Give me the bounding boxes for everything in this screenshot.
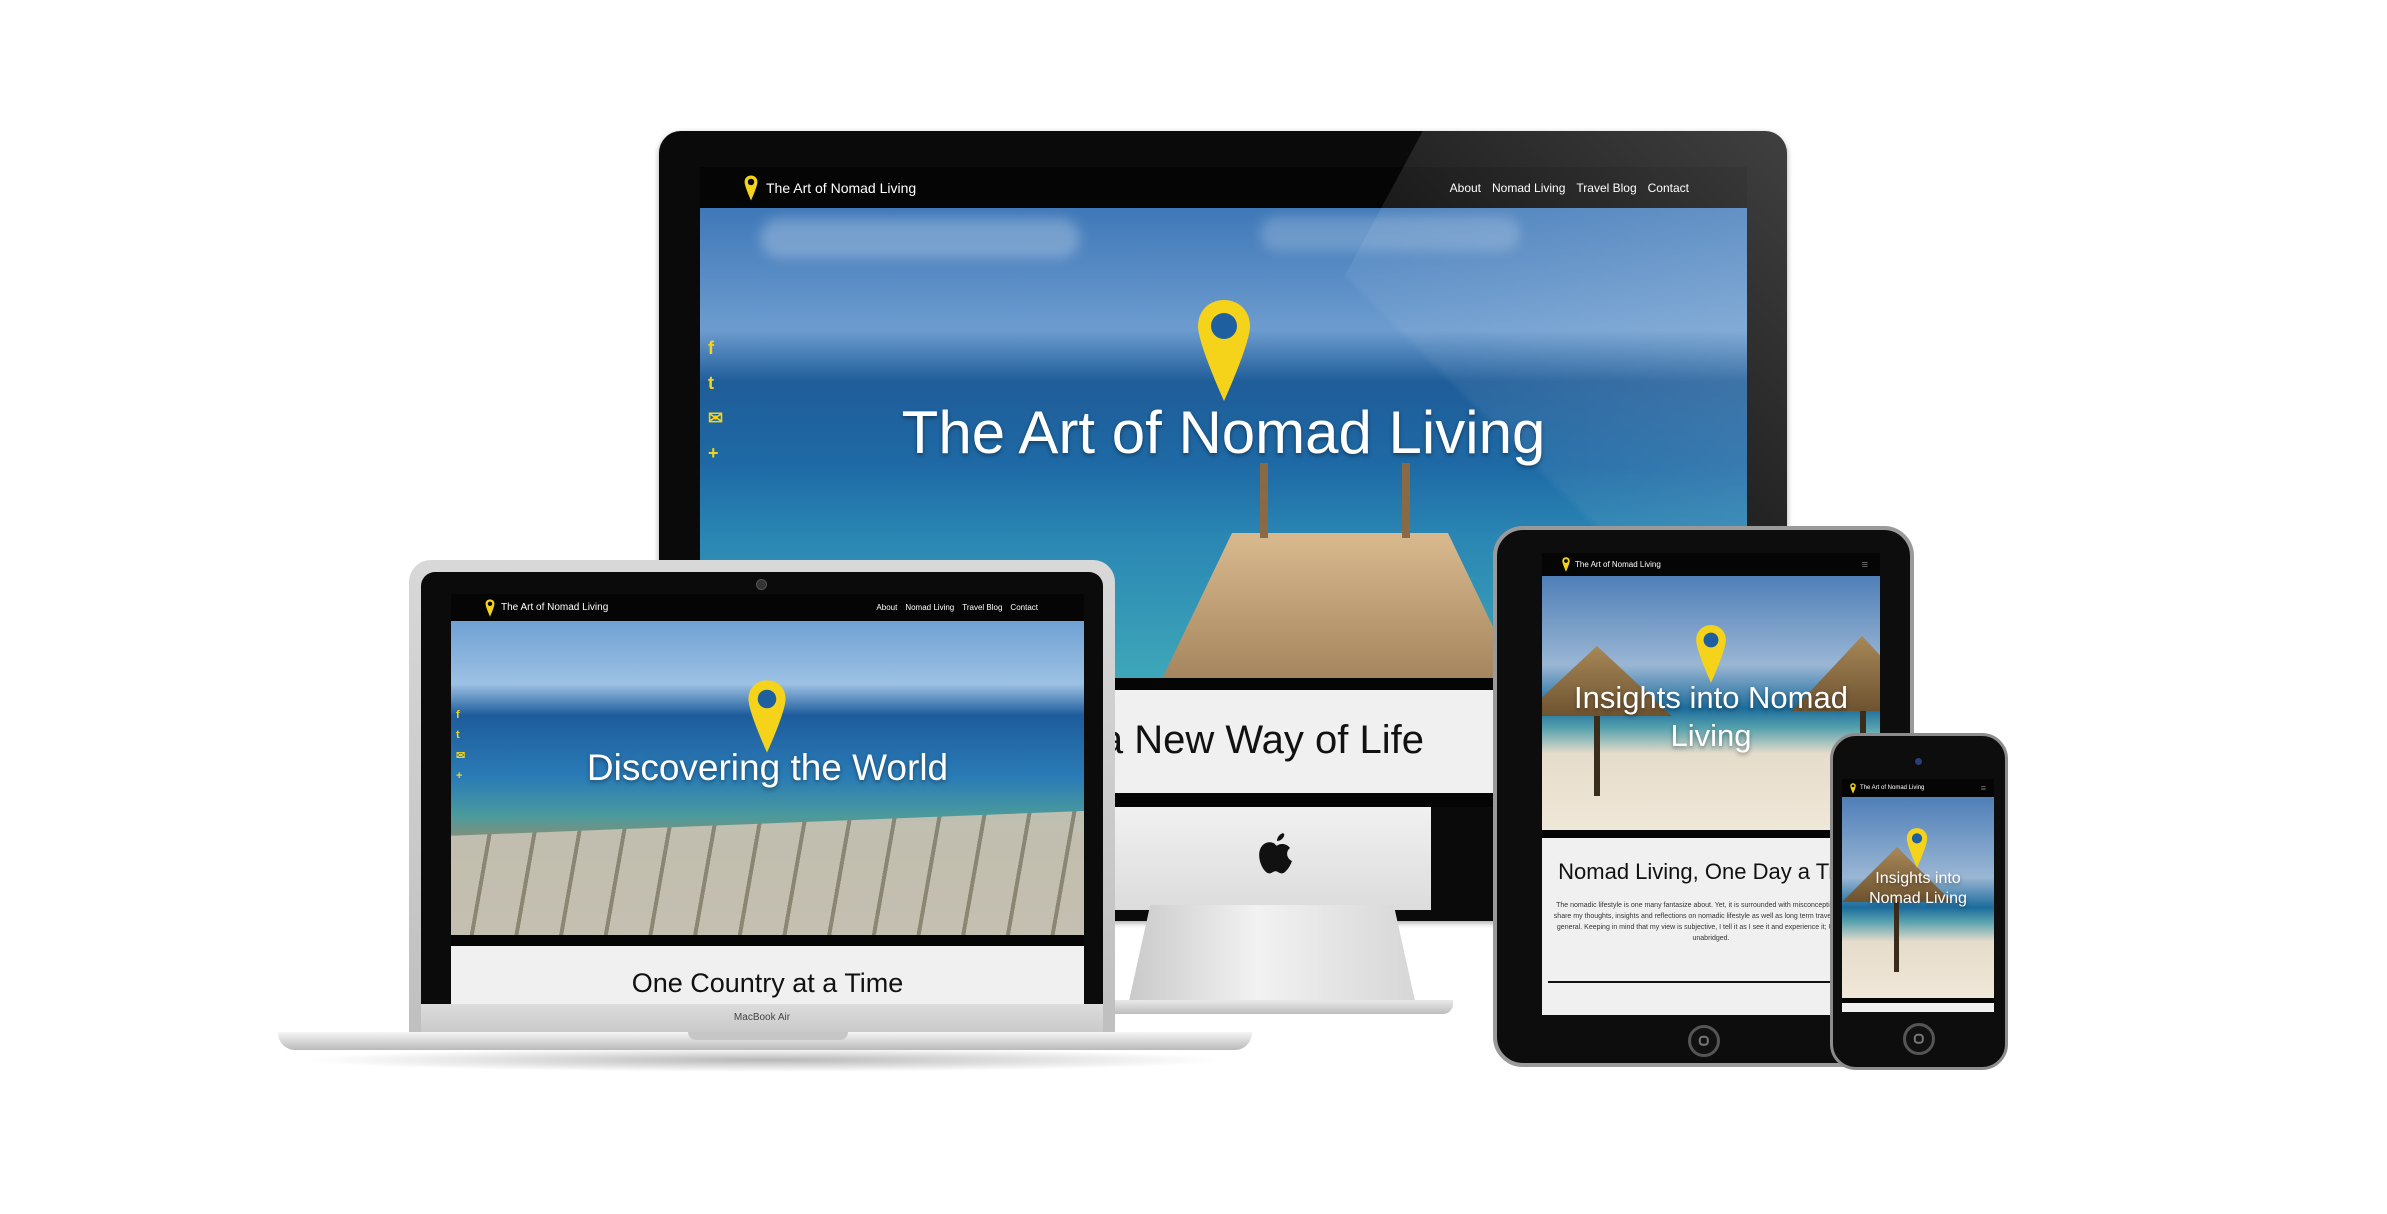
nav-travel-blog[interactable]: Travel Blog	[1576, 181, 1636, 195]
brand-logo[interactable]: The Art of Nomad Living	[485, 598, 609, 617]
imac-base	[1093, 1000, 1453, 1014]
phone-hero: Insights into Nomad Living	[1842, 797, 1994, 998]
facebook-icon[interactable]: f	[708, 338, 723, 359]
laptop-section: One Country at a Time	[451, 935, 1084, 1004]
imac-stand	[1127, 905, 1417, 1010]
nav-travel-blog[interactable]: Travel Blog	[962, 603, 1002, 612]
laptop-base	[278, 1032, 1252, 1050]
section-title: One Country at a Time	[631, 968, 904, 998]
laptop-notch	[688, 1032, 848, 1040]
nav-links: About Nomad Living Travel Blog Contact	[1450, 181, 1689, 195]
brand-name: The Art of Nomad Living	[1860, 785, 1925, 791]
map-pin-icon	[1196, 298, 1252, 403]
phone-section	[1842, 998, 1994, 1012]
hamburger-icon[interactable]: ≡	[1862, 559, 1868, 571]
umbrella-pole	[1894, 902, 1899, 972]
nav-nomad-living[interactable]: Nomad Living	[1492, 181, 1565, 195]
laptop-shadow	[300, 1048, 1230, 1072]
hero-cloud	[760, 218, 1080, 258]
hero-title: The Art of Nomad Living	[901, 399, 1546, 466]
pier-ladder	[1260, 463, 1410, 538]
nav-links: About Nomad Living Travel Blog Contact	[876, 603, 1038, 612]
imac-chin	[1113, 790, 1431, 910]
device-label: MacBook Air	[733, 1012, 791, 1023]
laptop-screen: Discovering the World f t ✉ + The Art of…	[451, 594, 1084, 1004]
nav-contact[interactable]: Contact	[1648, 181, 1689, 195]
facebook-icon[interactable]: f	[456, 709, 465, 721]
home-button[interactable]	[1688, 1025, 1720, 1057]
map-pin-icon	[744, 174, 758, 201]
desktop-navbar: The Art of Nomad Living About Nomad Livi…	[700, 167, 1747, 208]
salt-pans	[451, 811, 1084, 935]
social-bar: f t ✉ +	[708, 338, 723, 464]
twitter-icon[interactable]: t	[708, 373, 723, 394]
hero-title: Insights into Nomad Living	[1574, 680, 1848, 753]
nav-nomad-living[interactable]: Nomad Living	[905, 603, 954, 612]
body-text: The nomadic lifestyle is one many fantas…	[1553, 902, 1869, 942]
camera-icon	[756, 579, 767, 590]
hero-title: Insights into Nomad Living	[1869, 870, 1967, 907]
phone-navbar: The Art of Nomad Living ≡	[1842, 779, 1994, 797]
phone-camera	[1915, 758, 1922, 765]
map-pin-icon	[1850, 782, 1856, 794]
brand-logo[interactable]: The Art of Nomad Living	[1850, 782, 1925, 794]
nav-contact[interactable]: Contact	[1010, 603, 1038, 612]
twitter-icon[interactable]: t	[456, 729, 465, 741]
email-icon[interactable]: ✉	[456, 749, 465, 762]
laptop-hero: Discovering the World f t ✉ +	[451, 621, 1084, 935]
map-pin-icon	[1562, 557, 1570, 572]
email-icon[interactable]: ✉	[708, 408, 723, 429]
laptop-bezel-bottom: MacBook Air	[421, 1004, 1103, 1032]
home-button[interactable]	[1903, 1023, 1935, 1055]
apple-logo-icon	[1255, 830, 1295, 882]
laptop-navbar: The Art of Nomad Living About Nomad Livi…	[451, 594, 1084, 621]
map-pin-icon	[747, 679, 787, 754]
hamburger-icon[interactable]: ≡	[1981, 783, 1986, 793]
social-bar: f t ✉ +	[456, 709, 465, 782]
brand-logo[interactable]: The Art of Nomad Living	[1562, 557, 1661, 572]
tablet-navbar: The Art of Nomad Living ≡	[1542, 553, 1880, 576]
hero-cloud	[1260, 216, 1520, 251]
nav-about[interactable]: About	[876, 603, 897, 612]
map-pin-icon	[485, 598, 495, 617]
section-title: Nomad Living, One Day a Time	[1558, 859, 1864, 884]
section-divider	[1548, 981, 1874, 983]
plus-icon[interactable]: +	[456, 770, 465, 782]
phone-screen: Insights into Nomad Living The Art of No…	[1842, 779, 1994, 1012]
nav-about[interactable]: About	[1450, 181, 1481, 195]
map-pin-icon	[1695, 624, 1727, 684]
map-pin-icon	[1906, 827, 1928, 869]
brand-name: The Art of Nomad Living	[766, 179, 917, 196]
brand-name: The Art of Nomad Living	[501, 602, 609, 613]
brand-logo[interactable]: The Art of Nomad Living	[744, 174, 917, 201]
plus-icon[interactable]: +	[708, 443, 723, 464]
brand-name: The Art of Nomad Living	[1575, 560, 1661, 569]
pier-deck	[1160, 533, 1520, 678]
hero-title: Discovering the World	[586, 747, 949, 788]
